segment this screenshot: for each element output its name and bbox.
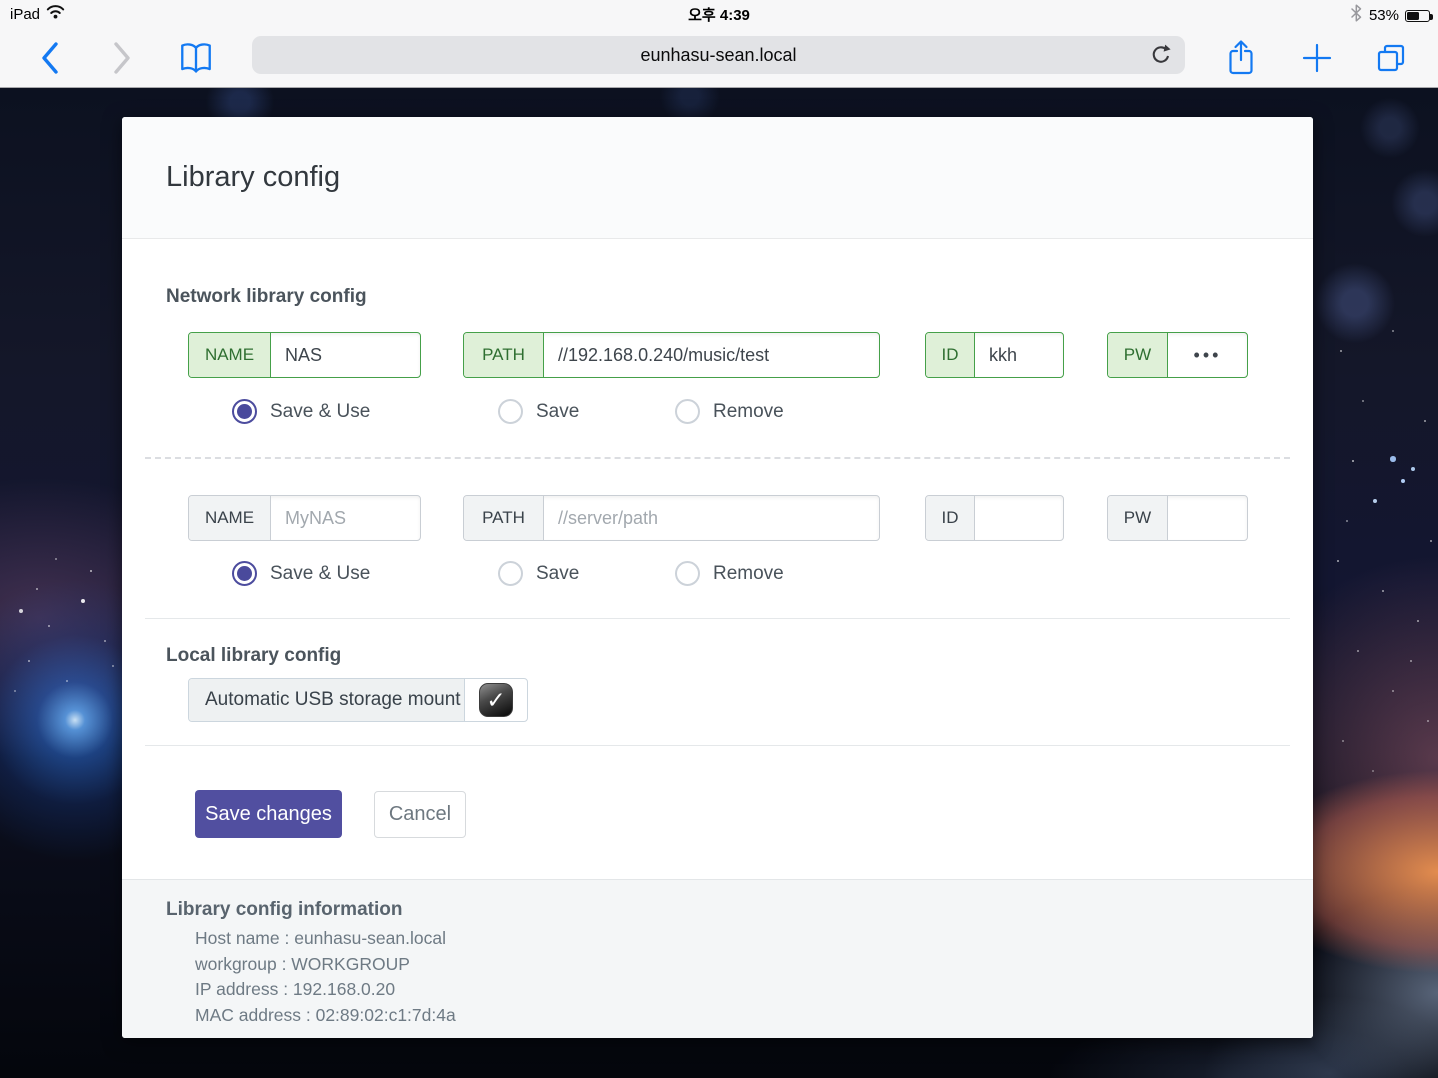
- path-label: PATH: [464, 496, 544, 540]
- radio-save[interactable]: Save: [498, 561, 579, 586]
- id-input[interactable]: [975, 496, 1063, 540]
- host-name-line: Host name : eunhasu-sean.local: [195, 926, 456, 952]
- id-label: ID: [926, 333, 975, 377]
- radio-label: Save & Use: [270, 563, 370, 585]
- refresh-icon[interactable]: [1149, 43, 1173, 67]
- cancel-button[interactable]: Cancel: [374, 791, 466, 838]
- network-row-1-radios: Save & Use Save Remove: [122, 399, 1313, 425]
- radio-selected-icon[interactable]: [232, 561, 257, 586]
- status-bar: iPad 오후 4:39 53%: [0, 0, 1438, 28]
- usb-mount-label: Automatic USB storage mount: [189, 679, 465, 721]
- path-field-group: PATH: [463, 332, 880, 378]
- mac-address-line: MAC address : 02:89:02:c1:7d:4a: [195, 1003, 456, 1029]
- id-field-group: ID: [925, 332, 1064, 378]
- share-icon[interactable]: [1222, 28, 1260, 88]
- pw-input[interactable]: [1168, 333, 1247, 377]
- page-title: Library config: [166, 161, 340, 194]
- usb-mount-checkbox[interactable]: ✓: [479, 683, 513, 717]
- radio-unselected-icon[interactable]: [498, 561, 523, 586]
- bookmarks-icon[interactable]: [176, 28, 216, 88]
- ip-address-line: IP address : 192.168.0.20: [195, 977, 456, 1003]
- id-input[interactable]: [975, 333, 1063, 377]
- radio-label: Save: [536, 401, 579, 423]
- footer-info: Host name : eunhasu-sean.local workgroup…: [195, 926, 456, 1028]
- network-row-2: NAME PATH ID PW: [122, 495, 1313, 541]
- radio-remove[interactable]: Remove: [675, 561, 784, 586]
- footer-heading: Library config information: [166, 899, 402, 921]
- forward-button[interactable]: [108, 28, 136, 88]
- path-input[interactable]: [544, 333, 879, 377]
- safari-toolbar: eunhasu-sean.local: [0, 28, 1438, 88]
- panel-footer: Library config information Host name : e…: [122, 879, 1313, 1038]
- radio-label: Remove: [713, 401, 784, 423]
- status-right: 53%: [1350, 4, 1430, 27]
- workgroup-line: workgroup : WORKGROUP: [195, 952, 456, 978]
- network-section-heading: Network library config: [166, 286, 367, 308]
- url-text: eunhasu-sean.local: [640, 45, 796, 66]
- section-separator: [145, 745, 1290, 746]
- pw-input[interactable]: [1168, 496, 1247, 540]
- tab-switcher-icon[interactable]: [1372, 28, 1410, 88]
- clock: 오후 4:39: [688, 4, 750, 25]
- name-input[interactable]: [271, 333, 420, 377]
- id-label: ID: [926, 496, 975, 540]
- wifi-icon: [46, 4, 65, 24]
- path-field-group: PATH: [463, 495, 880, 541]
- pw-label: PW: [1108, 333, 1168, 377]
- panel-header: Library config: [122, 117, 1313, 239]
- name-label: NAME: [189, 496, 271, 540]
- radio-unselected-icon[interactable]: [498, 399, 523, 424]
- radio-save[interactable]: Save: [498, 399, 579, 424]
- section-separator: [145, 618, 1290, 619]
- bluetooth-icon: [1350, 4, 1363, 27]
- local-section-heading: Local library config: [166, 645, 341, 667]
- radio-unselected-icon[interactable]: [675, 399, 700, 424]
- radio-label: Save & Use: [270, 401, 370, 423]
- save-changes-button[interactable]: Save changes: [195, 790, 342, 838]
- safari-chrome: iPad 오후 4:39 53%: [0, 0, 1438, 88]
- name-field-group: NAME: [188, 495, 421, 541]
- name-label: NAME: [189, 333, 271, 377]
- wallpaper-stars: [0, 88, 2, 90]
- back-button[interactable]: [36, 28, 64, 88]
- dashed-separator: [145, 457, 1290, 459]
- path-label: PATH: [464, 333, 544, 377]
- name-field-group: NAME: [188, 332, 421, 378]
- status-left: iPad: [10, 4, 65, 24]
- radio-remove[interactable]: Remove: [675, 399, 784, 424]
- address-bar[interactable]: eunhasu-sean.local: [252, 36, 1185, 74]
- id-field-group: ID: [925, 495, 1064, 541]
- name-input[interactable]: [271, 496, 420, 540]
- usb-mount-field: Automatic USB storage mount ✓: [188, 678, 528, 722]
- radio-save-and-use[interactable]: Save & Use: [232, 561, 370, 586]
- radio-selected-icon[interactable]: [232, 399, 257, 424]
- library-config-panel: Library config Network library config NA…: [122, 117, 1313, 1038]
- device-label: iPad: [10, 6, 40, 23]
- radio-label: Save: [536, 563, 579, 585]
- network-row-1: NAME PATH ID PW: [122, 332, 1313, 378]
- pw-field-group: PW: [1107, 332, 1248, 378]
- radio-save-and-use[interactable]: Save & Use: [232, 399, 370, 424]
- radio-unselected-icon[interactable]: [675, 561, 700, 586]
- battery-percent: 53%: [1369, 7, 1399, 24]
- usb-mount-check-cell: ✓: [465, 679, 527, 721]
- new-tab-icon[interactable]: [1298, 28, 1336, 88]
- battery-icon: [1405, 10, 1430, 22]
- network-row-2-radios: Save & Use Save Remove: [122, 561, 1313, 587]
- pw-field-group: PW: [1107, 495, 1248, 541]
- radio-label: Remove: [713, 563, 784, 585]
- path-input[interactable]: [544, 496, 879, 540]
- pw-label: PW: [1108, 496, 1168, 540]
